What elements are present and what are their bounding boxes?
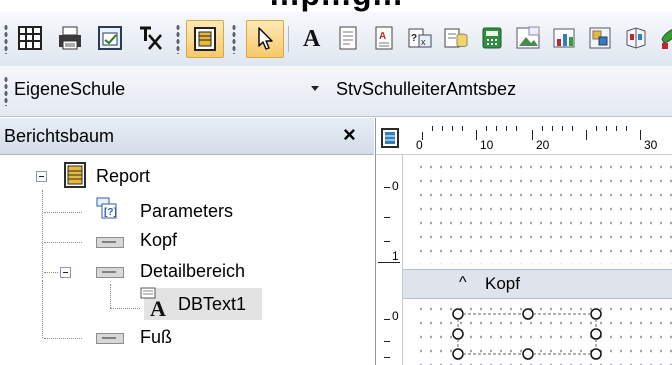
report-table-icon[interactable] [12, 20, 48, 56]
svg-text:[?]: [?] [104, 207, 117, 218]
vertical-ruler: 0 1 0 [376, 155, 403, 365]
horizontal-ruler: 0 10 20 30 [376, 118, 672, 155]
tree-connector [42, 280, 43, 338]
tree-connector [110, 284, 111, 308]
tree-connector [42, 190, 43, 278]
tree-connector [44, 242, 82, 243]
svg-text:?: ? [411, 33, 417, 44]
band-header-label: Kopf [485, 274, 520, 293]
ruler-label: 0 [392, 179, 399, 193]
tree-connector [44, 212, 82, 213]
svg-text:A: A [379, 31, 386, 42]
image-icon[interactable] [510, 20, 546, 56]
field-combobox[interactable]: StvSchulleiterAmtsbez [336, 79, 516, 100]
kopf-band-canvas[interactable] [416, 160, 672, 264]
ruler-label: 10 [480, 138, 494, 152]
collapse-icon[interactable] [60, 267, 71, 278]
dbtext-icon[interactable] [438, 20, 474, 56]
toolbar: A A ? x [0, 12, 672, 67]
memo-icon[interactable] [330, 20, 366, 56]
close-icon[interactable]: × [343, 122, 356, 148]
printer-icon[interactable] [52, 20, 88, 56]
plant-icon[interactable] [652, 20, 672, 56]
text-format-icon[interactable] [132, 20, 168, 56]
band-icon [96, 333, 124, 344]
toolbar-grip[interactable] [232, 24, 236, 54]
ruler-label: 30 [644, 138, 658, 152]
band-icon [96, 237, 124, 248]
tree-connector [44, 272, 58, 273]
ruler-label: 20 [536, 138, 550, 152]
svg-text:A: A [303, 26, 321, 52]
panel-icon[interactable] [186, 20, 224, 58]
tree-item-report[interactable]: Report [96, 166, 150, 187]
ruler-label: 1 [392, 249, 399, 263]
report-designer: 0 10 20 30 0 1 0 ^ Kopf [376, 118, 672, 365]
parameters-icon: [?] [96, 196, 122, 227]
toolbar-grip[interactable] [4, 24, 8, 54]
tree-item-parameters[interactable]: Parameters [140, 201, 233, 222]
toolbar-separator [288, 26, 289, 52]
tree-item-fuss[interactable]: Fuß [140, 327, 172, 348]
caret-up-icon: ^ [459, 274, 467, 291]
report-tree-panel: Berichtsbaum × Report [?] Parameters Kop… [0, 118, 376, 365]
toolbar-grip[interactable] [176, 24, 180, 54]
dataset-combobox[interactable]: EigeneSchule [14, 79, 125, 100]
preview-icon[interactable] [92, 20, 128, 56]
band-header[interactable]: ^ Kopf [403, 269, 672, 299]
collapse-icon[interactable] [36, 171, 47, 182]
tree-item-detail[interactable]: Detailbereich [140, 261, 245, 282]
ruler-label: 0 [416, 138, 423, 152]
toolbar-grip[interactable] [4, 76, 8, 106]
tree-item-kopf[interactable]: Kopf [140, 230, 177, 251]
tree-connector [110, 308, 140, 309]
field-selector-bar: EigeneSchule StvSchulleiterAmtsbez [0, 66, 672, 117]
report-icon [64, 162, 86, 193]
ruler-label: 0 [392, 309, 399, 323]
region-icon[interactable] [582, 20, 618, 56]
chevron-down-icon[interactable] [311, 86, 319, 91]
svg-text:x: x [421, 37, 426, 47]
panel-title: Berichtsbaum [4, 126, 115, 146]
label-a-icon[interactable]: A [294, 20, 330, 56]
selected-component-handles[interactable] [442, 302, 612, 365]
calc-icon[interactable] [474, 20, 510, 56]
panel-header: Berichtsbaum × [0, 118, 374, 155]
rich-text-icon[interactable]: A [366, 20, 402, 56]
tree-item-dbtext[interactable]: DBText1 [178, 294, 246, 315]
variable-icon[interactable]: ? x [402, 20, 438, 56]
pointer-icon[interactable] [246, 20, 284, 58]
ruler-corner-icon[interactable] [381, 128, 399, 153]
svg-text:A: A [150, 296, 166, 318]
tree-connector [44, 338, 82, 339]
chart-icon[interactable] [546, 20, 582, 56]
gallery-icon[interactable] [618, 20, 654, 56]
band-icon [96, 267, 124, 278]
dbtext-icon: A [140, 286, 172, 323]
